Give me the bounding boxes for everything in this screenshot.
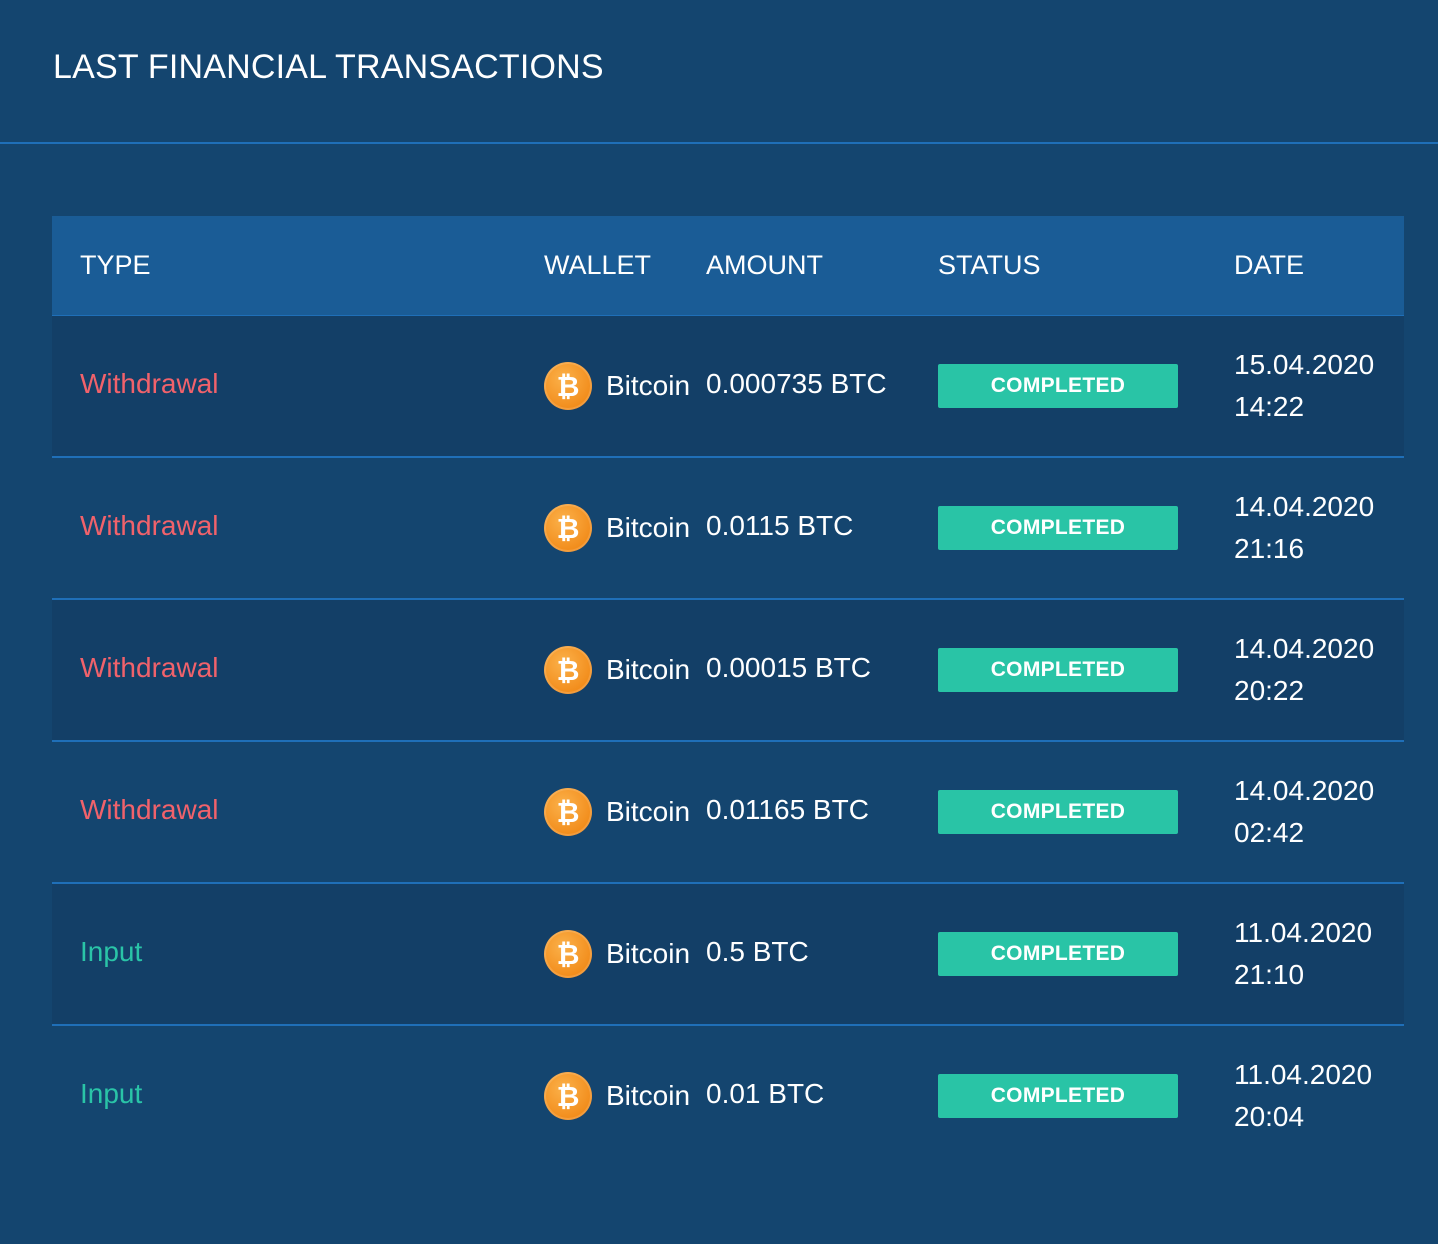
column-header-date: DATE [1234, 250, 1305, 280]
transaction-date: 14.04.2020 21:16 [1234, 486, 1374, 570]
panel-header: LAST FINANCIAL TRANSACTIONS [0, 0, 1438, 144]
wallet-name: Bitcoin [606, 796, 691, 827]
bitcoin-icon: ₿ [544, 646, 592, 694]
wallet-name: Bitcoin [606, 654, 691, 685]
time-value: 20:04 [1234, 1101, 1305, 1132]
transaction-type: Withdrawal [80, 794, 219, 825]
transaction-date: 15.04.2020 14:22 [1234, 344, 1374, 428]
bitcoin-icon: ₿ [544, 788, 592, 836]
transaction-type: Input [80, 936, 143, 967]
bitcoin-icon: ₿ [544, 930, 592, 978]
table-header: TYPE WALLET AMOUNT STATUS DATE [52, 216, 1404, 316]
date-value: 14.04.2020 [1234, 633, 1375, 664]
wallet-name: Bitcoin [606, 512, 691, 543]
time-value: 14:22 [1234, 391, 1305, 422]
time-value: 02:42 [1234, 817, 1305, 848]
transaction-amount: 0.0115 BTC [706, 510, 854, 541]
wallet-name: Bitcoin [606, 938, 691, 969]
column-header-wallet: WALLET [544, 250, 652, 280]
wallet-name: Bitcoin [606, 370, 691, 401]
bitcoin-icon: ₿ [544, 504, 592, 552]
transactions-table: TYPE WALLET AMOUNT STATUS DATE Withdrawa… [52, 216, 1404, 1168]
transaction-type: Input [80, 1078, 143, 1109]
status-badge: COMPLETED [938, 932, 1178, 976]
table-row[interactable]: Withdrawal ₿ Bitcoin 0.01165 BTC COMPLET… [52, 742, 1404, 884]
wallet-cell: ₿ Bitcoin [544, 930, 690, 978]
table-row[interactable]: Input ₿ Bitcoin 0.5 BTC COMPLETED 11.04.… [52, 884, 1404, 1026]
date-value: 11.04.2020 [1234, 917, 1373, 948]
table-row[interactable]: Withdrawal ₿ Bitcoin 0.00015 BTC COMPLET… [52, 600, 1404, 742]
wallet-cell: ₿ Bitcoin [544, 504, 690, 552]
status-badge: COMPLETED [938, 1074, 1178, 1118]
date-value: 14.04.2020 [1234, 775, 1375, 806]
status-badge: COMPLETED [938, 648, 1178, 692]
column-header-amount: AMOUNT [706, 250, 823, 280]
status-badge: COMPLETED [938, 790, 1178, 834]
date-value: 14.04.2020 [1234, 491, 1375, 522]
wallet-cell: ₿ Bitcoin [544, 788, 690, 836]
status-badge: COMPLETED [938, 506, 1178, 550]
wallet-cell: ₿ Bitcoin [544, 362, 690, 410]
transaction-date: 11.04.2020 20:04 [1234, 1054, 1372, 1138]
transaction-type: Withdrawal [80, 368, 219, 399]
transaction-date: 11.04.2020 21:10 [1234, 912, 1372, 996]
transaction-date: 14.04.2020 02:42 [1234, 770, 1374, 854]
bitcoin-icon: ₿ [544, 362, 592, 410]
transaction-amount: 0.5 BTC [706, 936, 809, 967]
column-header-status: STATUS [938, 250, 1041, 280]
time-value: 21:10 [1234, 959, 1305, 990]
transactions-panel: LAST FINANCIAL TRANSACTIONS TYPE WALLET … [0, 0, 1438, 1244]
table-row[interactable]: Input ₿ Bitcoin 0.01 BTC COMPLETED 11.04… [52, 1026, 1404, 1168]
transaction-amount: 0.00015 BTC [706, 652, 871, 683]
wallet-name: Bitcoin [606, 1080, 691, 1111]
transaction-amount: 0.000735 BTC [706, 368, 887, 399]
column-header-type: TYPE [80, 250, 151, 280]
status-badge: COMPLETED [938, 364, 1178, 408]
transaction-date: 14.04.2020 20:22 [1234, 628, 1374, 712]
transaction-amount: 0.01165 BTC [706, 794, 869, 825]
wallet-cell: ₿ Bitcoin [544, 1072, 690, 1120]
transaction-type: Withdrawal [80, 652, 219, 683]
page-title: LAST FINANCIAL TRANSACTIONS [53, 48, 604, 86]
date-value: 11.04.2020 [1234, 1059, 1373, 1090]
wallet-cell: ₿ Bitcoin [544, 646, 690, 694]
transaction-type: Withdrawal [80, 510, 219, 541]
time-value: 21:16 [1234, 533, 1305, 564]
transaction-amount: 0.01 BTC [706, 1078, 825, 1109]
table-row[interactable]: Withdrawal ₿ Bitcoin 0.000735 BTC COMPLE… [52, 316, 1404, 458]
table-row[interactable]: Withdrawal ₿ Bitcoin 0.0115 BTC COMPLETE… [52, 458, 1404, 600]
date-value: 15.04.2020 [1234, 349, 1375, 380]
bitcoin-icon: ₿ [544, 1072, 592, 1120]
time-value: 20:22 [1234, 675, 1305, 706]
table-body: Withdrawal ₿ Bitcoin 0.000735 BTC COMPLE… [52, 316, 1404, 1168]
